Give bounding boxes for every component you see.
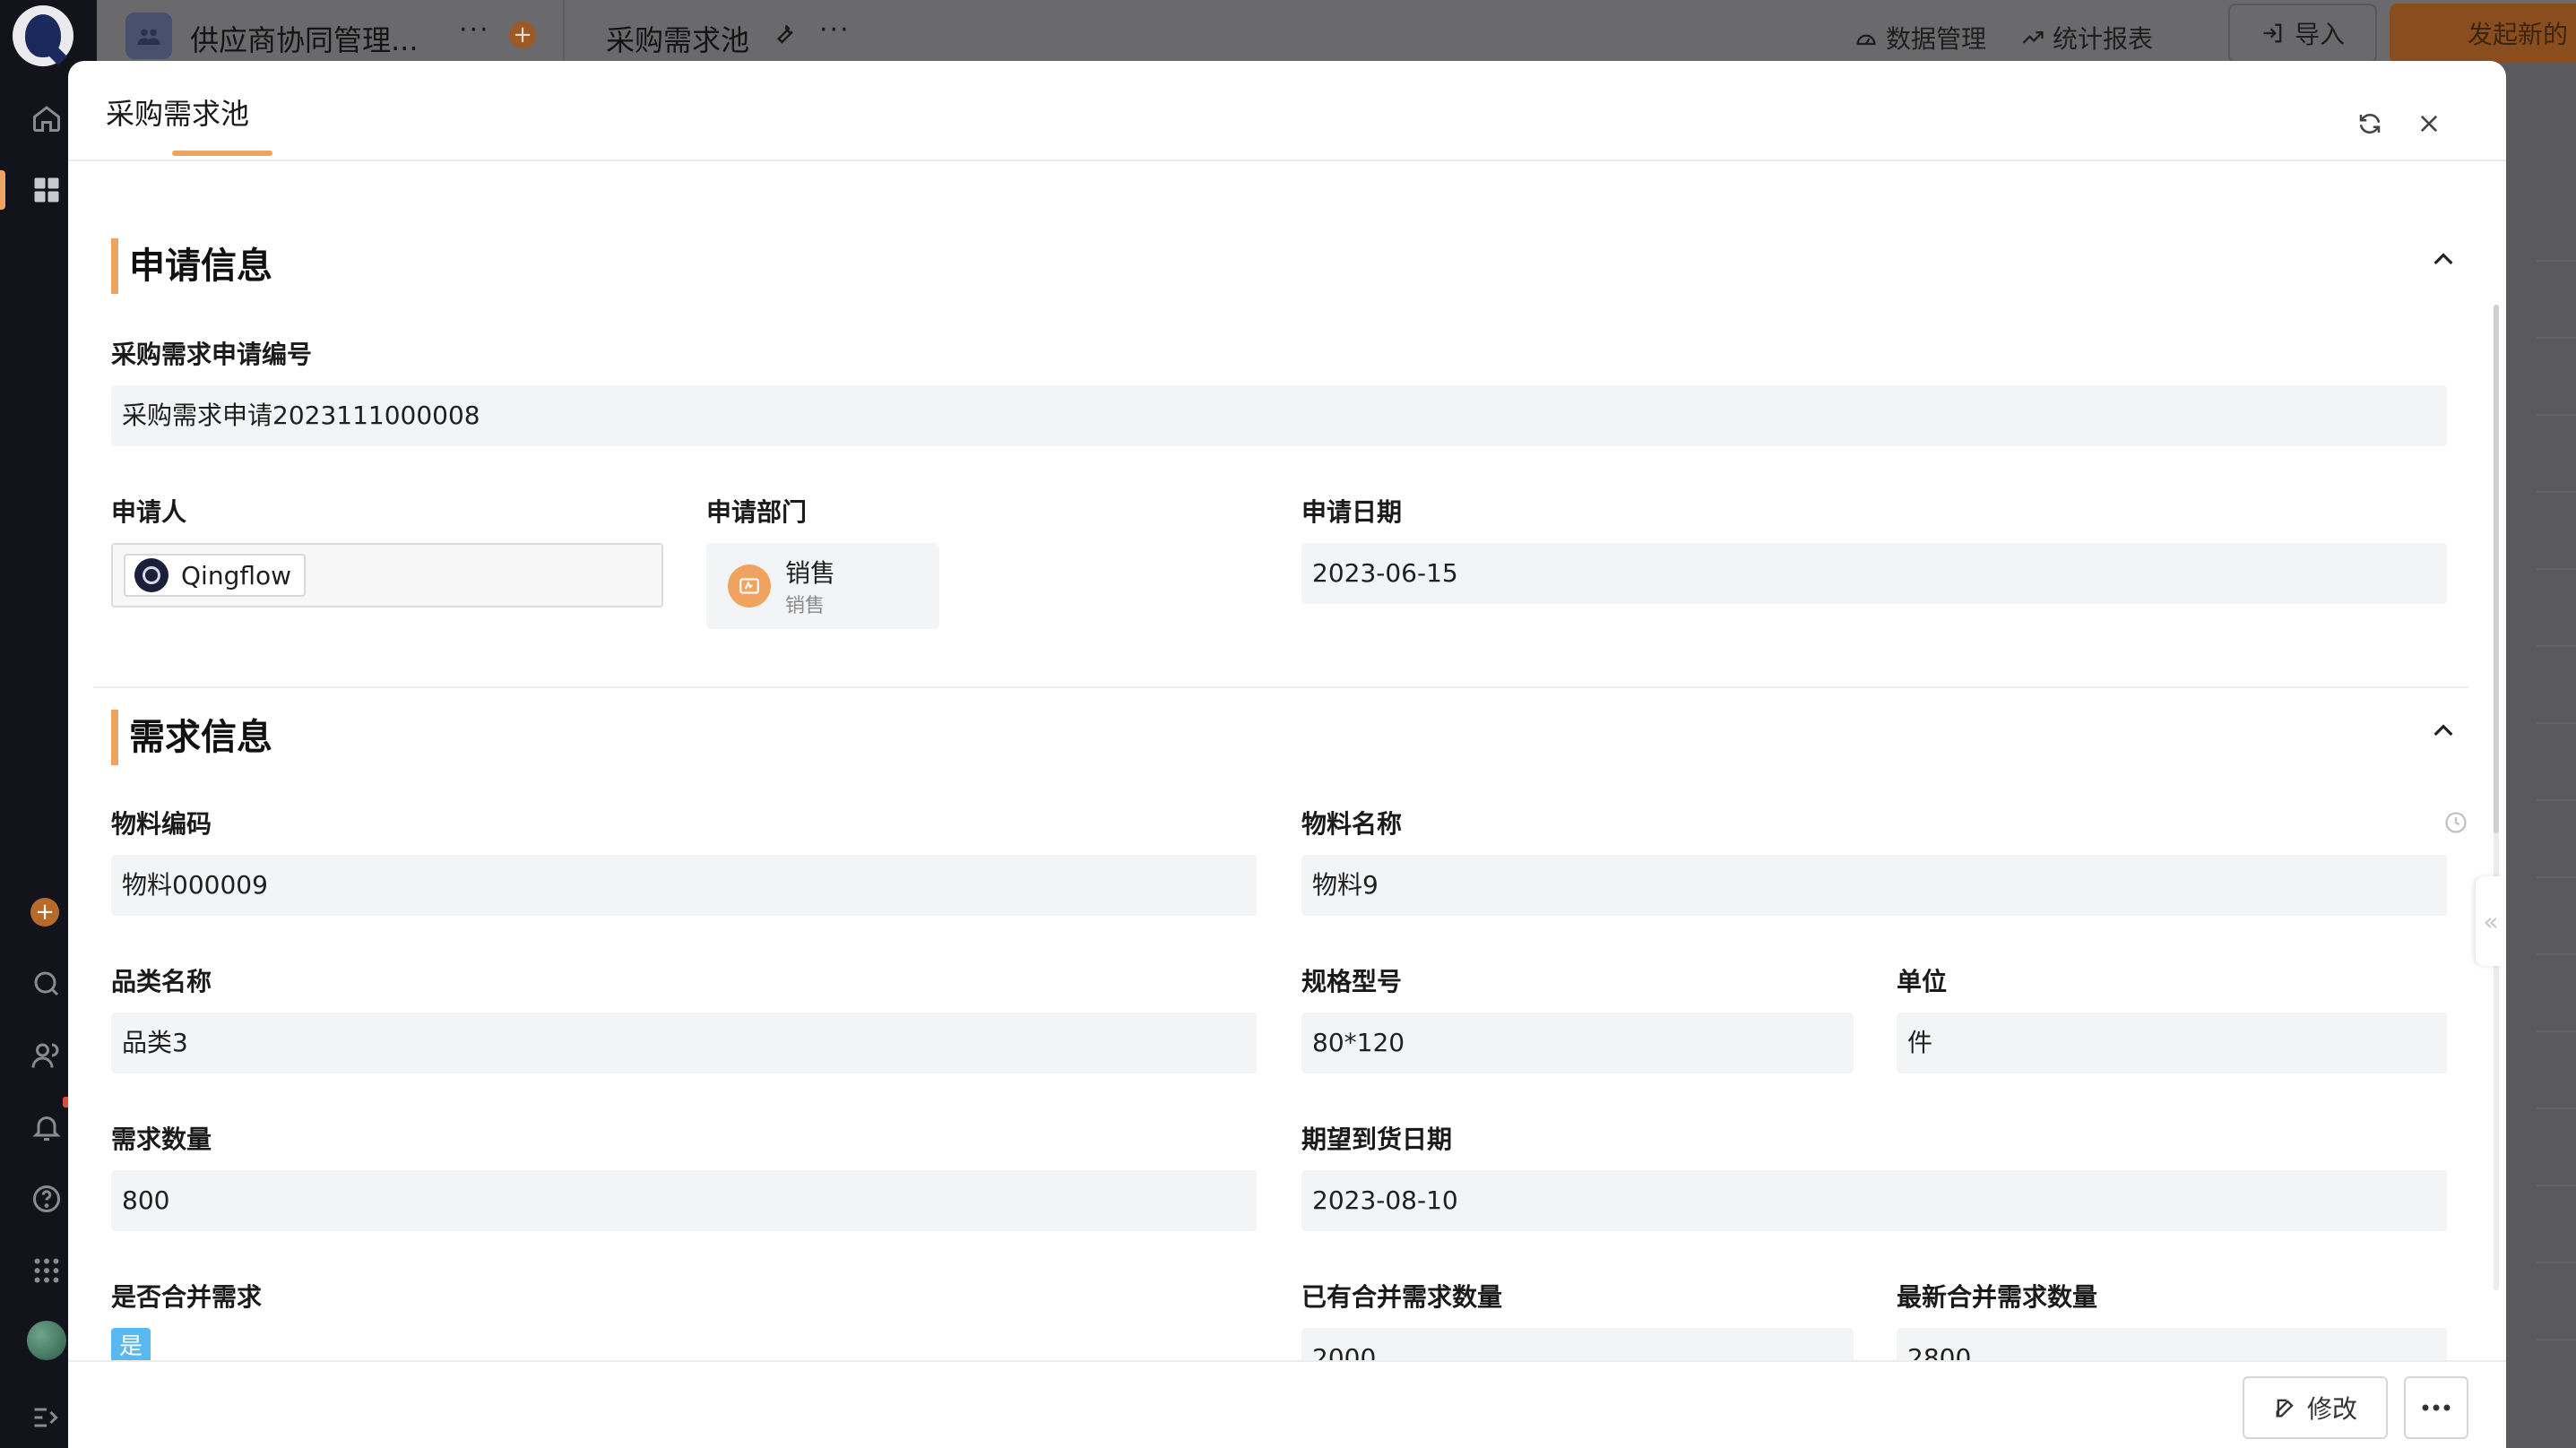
edit-button[interactable]: 修改: [2243, 1376, 2388, 1439]
label-spec: 规格型号: [1301, 967, 1403, 996]
help-icon[interactable]: [27, 1179, 66, 1219]
more-actions-button[interactable]: [2404, 1376, 2468, 1439]
label-latest-merged-qty: 最新合并需求数量: [1897, 1282, 2098, 1312]
modal-body: 申请信息 采购需求申请编号 采购需求申请2023111000008 申请人 Qi…: [68, 161, 2506, 1389]
department-card[interactable]: 销售 销售: [706, 543, 939, 629]
section-divider: [93, 686, 2468, 688]
label-material-code: 物料编码: [111, 809, 212, 839]
label-category: 品类名称: [111, 967, 212, 996]
department-name: 销售: [785, 558, 836, 588]
section-title-apply: 申请信息: [111, 238, 272, 294]
rail-add-icon[interactable]: +: [30, 898, 59, 927]
applicant-field: Qingflow: [111, 543, 663, 608]
import-icon: [2263, 23, 2282, 43]
modal-tab-title[interactable]: 采购需求池: [106, 91, 249, 133]
stats-report-link[interactable]: 统计报表: [2020, 20, 2153, 56]
label-expected-date: 期望到货日期: [1301, 1125, 1453, 1154]
label-unit: 单位: [1897, 967, 1948, 996]
wrench-icon[interactable]: [771, 20, 798, 50]
stats-report-label: 统计报表: [2053, 24, 2154, 54]
side-panel-handle[interactable]: «: [2476, 876, 2506, 966]
label-quantity: 需求数量: [111, 1125, 212, 1154]
scrollbar-thumb[interactable]: [2494, 305, 2499, 833]
category-field: 品类3: [111, 1013, 1257, 1073]
record-detail-modal: 采购需求池 申请信息 采购需求申请编号 采购需求申请2023111000008 …: [68, 61, 2506, 1448]
chevron-up-icon[interactable]: [2425, 713, 2461, 749]
material-name-field: 物料9: [1301, 855, 2447, 916]
qingflow-logo[interactable]: [13, 5, 73, 66]
unit-field: 件: [1897, 1013, 2447, 1073]
section-title-demand: 需求信息: [111, 710, 272, 765]
label-material-name: 物料名称: [1301, 809, 1403, 839]
bell-icon[interactable]: [27, 1108, 66, 1147]
history-icon[interactable]: [2442, 808, 2470, 837]
quantity-field: 800: [111, 1170, 1257, 1231]
import-button[interactable]: 导入: [2228, 4, 2377, 63]
applicant-name: Qingflow: [181, 560, 292, 590]
rail-active-indicator: [0, 170, 5, 210]
label-existing-merged-qty: 已有合并需求数量: [1301, 1282, 1503, 1312]
apply-date-field: 2023-06-15: [1301, 543, 2447, 604]
scrollbar[interactable]: [2494, 305, 2499, 1290]
label-request-no: 采购需求申请编号: [111, 340, 313, 369]
spec-field: 80*120: [1301, 1013, 1854, 1073]
app-add-icon[interactable]: +: [509, 22, 536, 48]
request-no-field: 采购需求申请2023111000008: [111, 385, 2447, 446]
topbar-separator: [563, 0, 565, 61]
modal-header: 采购需求池: [68, 61, 2506, 161]
page-name[interactable]: 采购需求池: [606, 18, 749, 59]
label-merged: 是否合并需求: [111, 1282, 263, 1312]
page-more-icon[interactable]: ···: [819, 14, 851, 46]
department-icon: [728, 565, 771, 608]
import-label: 导入: [2294, 20, 2345, 49]
home-icon[interactable]: [27, 99, 66, 138]
expected-date-field: 2023-08-10: [1301, 1170, 2447, 1231]
edit-icon: [2276, 1399, 2294, 1418]
user-avatar[interactable]: [27, 1321, 66, 1360]
app-more-icon[interactable]: ···: [459, 14, 490, 46]
chevron-up-icon[interactable]: [2425, 242, 2461, 278]
app-root: + 供应商协同管理... ··· + 采购需求池 ··· 数据管理 统计报表 导…: [0, 0, 2576, 1448]
trend-icon: [2022, 31, 2044, 44]
label-applicant: 申请人: [111, 497, 187, 527]
active-tab-indicator: [172, 151, 272, 156]
applicant-chip[interactable]: Qingflow: [124, 554, 307, 597]
label-apply-date: 申请日期: [1301, 497, 1403, 527]
dots-grid-icon[interactable]: [27, 1251, 66, 1290]
close-icon[interactable]: [2413, 108, 2445, 140]
expand-rail-icon[interactable]: [27, 1398, 66, 1437]
contacts-icon[interactable]: [27, 1036, 66, 1075]
department-sub: 销售: [785, 595, 826, 617]
applicant-avatar: [134, 558, 169, 592]
app-topbar: 供应商协同管理... ··· + 采购需求池 ··· 数据管理 统计报表 导入 …: [97, 0, 2576, 63]
material-code-field: 物料000009: [111, 855, 1257, 916]
app-name[interactable]: 供应商协同管理...: [190, 18, 419, 59]
search-icon[interactable]: [27, 964, 66, 1004]
data-manage-link[interactable]: 数据管理: [1854, 20, 1986, 56]
modal-footer: 修改: [68, 1360, 2506, 1448]
more-icon: [2422, 1404, 2451, 1411]
apps-grid-icon[interactable]: [27, 170, 66, 210]
launch-new-button[interactable]: 发起新的: [2390, 4, 2576, 63]
label-department: 申请部门: [706, 497, 808, 527]
edit-label: 修改: [2306, 1394, 2357, 1424]
data-manage-label: 数据管理: [1886, 24, 1987, 54]
refresh-icon[interactable]: [2354, 108, 2386, 140]
app-icon: [125, 13, 172, 59]
dashboard-icon: [1856, 34, 1876, 46]
